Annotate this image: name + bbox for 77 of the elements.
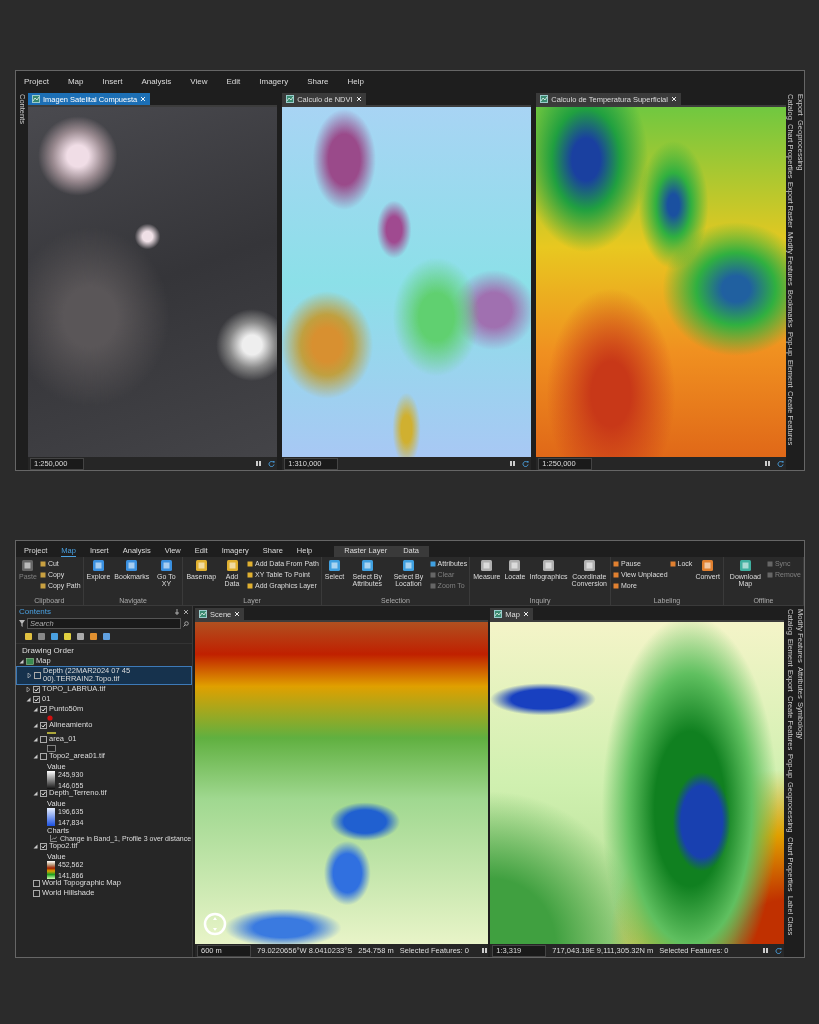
menu-item[interactable]: Help [347, 76, 364, 86]
menu-item[interactable]: Imagery [259, 76, 289, 86]
tool-icon [582, 559, 596, 572]
caret-icon[interactable] [33, 844, 38, 849]
layer-checkbox[interactable] [40, 736, 47, 743]
check-icon [41, 791, 46, 796]
layer-checkbox[interactable] [40, 722, 47, 729]
point-symbol [47, 714, 53, 721]
menu-item[interactable]: View [190, 76, 208, 86]
menu-item[interactable]: Edit [226, 76, 241, 86]
menu-item[interactable]: Project [24, 76, 49, 86]
caret-icon[interactable] [19, 658, 24, 664]
caret-icon[interactable] [33, 754, 38, 759]
caret-icon[interactable] [26, 697, 31, 702]
tool-icon [21, 559, 35, 572]
map-icon [199, 610, 207, 618]
tool-icon [225, 559, 239, 572]
refresh-icon[interactable] [774, 947, 782, 954]
layer-checkbox[interactable] [40, 753, 47, 760]
map-icon [540, 95, 549, 103]
tool-icon [91, 559, 105, 572]
color-ramp [47, 770, 55, 789]
map-icon [286, 95, 295, 103]
pause-icon[interactable] [761, 947, 769, 954]
map-icon [26, 657, 34, 665]
refresh-icon[interactable] [522, 460, 530, 467]
close-icon[interactable] [183, 608, 189, 615]
map-icon [32, 95, 40, 103]
caret-icon[interactable] [33, 707, 38, 712]
pin-icon[interactable] [174, 608, 180, 615]
filter-icon[interactable] [19, 620, 25, 627]
caret-icon[interactable] [33, 723, 38, 728]
caret-icon[interactable] [26, 687, 31, 692]
caret-icon[interactable] [33, 737, 38, 742]
section-heading: Drawing Order [21, 645, 75, 656]
layer-checkbox[interactable] [34, 671, 41, 679]
pause-icon[interactable] [509, 460, 517, 467]
refresh-icon[interactable] [268, 460, 276, 467]
map-icon [494, 610, 503, 618]
polygon-symbol [47, 744, 56, 752]
menu-item[interactable]: Map [67, 76, 84, 86]
refresh-icon[interactable] [776, 460, 784, 467]
caret-icon[interactable] [27, 672, 32, 678]
layer-checkbox[interactable] [40, 706, 47, 713]
tool-icon [125, 559, 139, 572]
check-icon [41, 723, 46, 728]
color-ramp [47, 860, 55, 879]
color-ramp [47, 807, 55, 826]
layer-checkbox[interactable] [33, 696, 40, 703]
layer-checkbox[interactable] [33, 686, 40, 693]
tool-icon [328, 559, 341, 572]
layer-checkbox[interactable] [40, 843, 47, 850]
search-icon[interactable] [183, 620, 189, 627]
pause-icon[interactable] [480, 947, 488, 954]
tool-icon [360, 559, 374, 572]
tool-icon [159, 559, 173, 572]
pause-icon[interactable] [255, 460, 263, 467]
tool-icon [701, 559, 715, 572]
layer-checkbox[interactable] [33, 880, 40, 887]
tool-icon [401, 559, 415, 572]
layer-checkbox[interactable] [33, 890, 40, 897]
menu-item[interactable]: Analysis [141, 76, 172, 86]
tool-icon [194, 559, 208, 572]
caret-icon[interactable] [33, 791, 38, 796]
check-icon [41, 844, 46, 849]
menu-item[interactable]: Share [307, 76, 329, 86]
tool-icon [508, 559, 522, 572]
menu-item[interactable]: Insert [102, 76, 123, 86]
pause-icon[interactable] [763, 460, 771, 467]
layer-checkbox[interactable] [40, 790, 47, 797]
chart-icon [50, 834, 57, 842]
tool-icon [480, 559, 494, 572]
tool-icon [738, 559, 752, 572]
pane-title: Contents [19, 607, 53, 616]
tool-icon [542, 559, 555, 572]
line-symbol [47, 730, 56, 735]
tool-icon [669, 560, 676, 567]
